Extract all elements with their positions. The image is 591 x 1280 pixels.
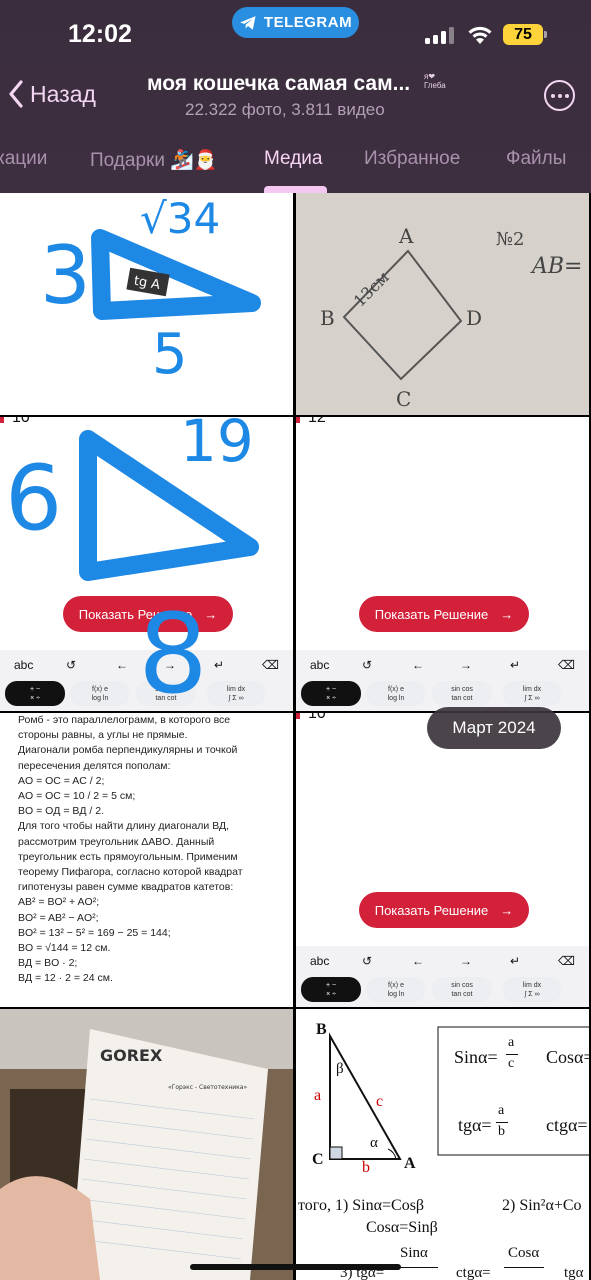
tab-files[interactable]: Файлы xyxy=(506,148,566,170)
backspace-icon[interactable]: ⌫ xyxy=(558,658,575,672)
status-time: 12:02 xyxy=(68,20,132,48)
solution-line: BO² = 13² − 5² = 169 − 25 = 144; xyxy=(18,926,171,939)
telegram-icon xyxy=(239,15,256,30)
sketch-number-top: √34 xyxy=(140,194,220,243)
solution-line: Для того чтобы найти длину диагонали ВД, xyxy=(18,820,230,833)
solution-line: BД = BO · 2; xyxy=(18,957,78,970)
svg-text:№2: №2 xyxy=(496,229,525,250)
worksheet-photo: GOREX «Горэкс - Светотехника» xyxy=(0,1009,293,1280)
triangle-sketch: 3 √34 5 tg A xyxy=(40,194,261,387)
sketch-number-bottom: 5 xyxy=(152,322,188,387)
triangle-sketch-2: 6 19 8 xyxy=(5,417,259,711)
show-solution-button[interactable]: Показать Решение → xyxy=(359,892,529,928)
chat-title[interactable]: моя кошечка самая сам... xyxy=(147,72,410,96)
home-indicator[interactable] xyxy=(190,1264,401,1270)
back-label: Назад xyxy=(30,80,96,107)
arrow-right-icon[interactable]: → xyxy=(460,658,472,672)
media-thumbnail-5[interactable]: Ромб - это параллелограмм, в которого вс… xyxy=(0,713,293,1007)
svg-text:19: 19 xyxy=(180,417,254,475)
arrow-right-icon: → xyxy=(500,606,514,622)
media-thumbnail-6[interactable]: 10 Показать Решение → abc ↺ ← → ↵ ⌫ + − ×… xyxy=(296,713,589,1007)
arrow-left-icon[interactable]: ← xyxy=(412,658,424,672)
cellular-signal-icon xyxy=(425,27,457,44)
solution-line: гипотенузы равен сумме квадратов катетов… xyxy=(18,881,234,894)
tab-gifts[interactable]: Подарки 🏂🎅 xyxy=(90,148,218,172)
svg-text:D: D xyxy=(466,306,482,330)
tab-publications[interactable]: кации xyxy=(0,148,47,170)
backspace-icon[interactable]: ⌫ xyxy=(558,954,575,968)
history-icon[interactable]: ↺ xyxy=(362,954,372,968)
arrow-right-icon: → xyxy=(500,902,514,918)
solution-line: пересечения делятся пополам: xyxy=(18,759,171,772)
title-badge: я❤ Глеба xyxy=(424,72,446,90)
more-dot xyxy=(564,93,569,98)
solution-line: AB² = BO² + AO²; xyxy=(18,896,100,909)
svg-text:«Горэкс - Светотехника»: «Горэкс - Светотехника» xyxy=(168,1084,247,1091)
solution-line: BO = OД = BД / 2. xyxy=(18,805,105,818)
media-tabs: кации Подарки 🏂🎅 Медиа Избранное Файлы xyxy=(0,148,591,172)
telegram-pill[interactable]: TELEGRAM xyxy=(232,7,359,38)
solution-line: BO = √144 = 12 см. xyxy=(18,942,111,955)
return-icon[interactable]: ↵ xyxy=(510,954,520,968)
media-thumbnail-8[interactable]: B a β c α C A b Sinα= a c Cosα= tgα= a b… xyxy=(296,1009,589,1280)
sketch-number-left: 3 xyxy=(40,229,91,322)
solution-line: Диагонали ромба перпендикулярны и точкой xyxy=(18,744,238,757)
show-solution-button[interactable]: Показать Решение → xyxy=(359,596,529,632)
date-section-pill: Март 2024 xyxy=(427,707,561,749)
history-icon[interactable]: ↺ xyxy=(362,658,372,672)
media-thumbnail-7[interactable]: GOREX «Горэкс - Светотехника» xyxy=(0,1009,293,1280)
battery-level: 75 xyxy=(514,25,532,43)
battery-icon: 75 xyxy=(503,24,547,45)
solution-line: стороны равны, а углы не прямые. xyxy=(18,729,188,742)
solution-line: BД = 12 · 2 = 24 см. xyxy=(18,972,113,985)
solution-line: Ромб - это параллелограмм, в которого вс… xyxy=(18,714,231,726)
svg-text:A: A xyxy=(398,224,414,248)
media-thumbnail-2[interactable]: A B C D 13см №2 AB= xyxy=(296,193,589,415)
return-icon[interactable]: ↵ xyxy=(510,658,520,672)
chat-subtitle: 22.322 фото, 3.811 видео xyxy=(185,100,385,119)
svg-text:6: 6 xyxy=(5,446,62,551)
media-thumbnail-1[interactable]: 3 √34 5 tg A xyxy=(0,193,293,415)
svg-text:B: B xyxy=(320,306,335,330)
more-dot xyxy=(550,93,555,98)
solution-line: BO² = AB² − AO²; xyxy=(18,911,99,924)
telegram-pill-label: TELEGRAM xyxy=(263,14,353,31)
solution-line: треугольник есть прямоугольным. Применим xyxy=(18,850,238,863)
chevron-left-icon xyxy=(9,80,23,108)
solution-text: Ромб - это параллелограмм, в которого вс… xyxy=(18,713,288,987)
chat-media-header: 12:02 TELEGRAM 75 Назад моя кошечка сама… xyxy=(0,0,591,193)
solution-line: AO = OC = AC / 2; xyxy=(18,774,105,787)
svg-text:AB=: AB= xyxy=(530,254,583,279)
tab-media[interactable]: Медиа xyxy=(264,148,322,170)
wifi-icon xyxy=(468,26,492,44)
tab-favorites[interactable]: Избранное xyxy=(364,148,460,170)
more-dot xyxy=(557,93,562,98)
media-thumbnail-3[interactable]: 10 Показать Решение → abc ↺ ← → ↵ ⌫ + − ×… xyxy=(0,417,293,711)
rhombus-drawing: A B C D 13см №2 AB= xyxy=(296,193,589,415)
solution-line: рассмотрим треугольник ΔABO. Данный xyxy=(18,835,215,848)
svg-text:C: C xyxy=(396,387,411,411)
solution-line: AO = OC = 10 / 2 = 5 см; xyxy=(18,790,136,803)
back-button[interactable]: Назад xyxy=(8,80,96,108)
svg-text:8: 8 xyxy=(138,590,208,711)
active-tab-indicator xyxy=(264,186,327,193)
arrow-left-icon[interactable]: ← xyxy=(412,954,424,968)
solution-line: теорему Пифагора, согласно которой квадр… xyxy=(18,866,243,879)
media-thumbnail-4[interactable]: 12 Показать Решение → abc ↺ ← → ↵ ⌫ + − ×… xyxy=(296,417,589,711)
more-options-button[interactable] xyxy=(544,80,575,111)
gorex-logo: GOREX xyxy=(100,1046,163,1065)
arrow-right-icon[interactable]: → xyxy=(460,954,472,968)
